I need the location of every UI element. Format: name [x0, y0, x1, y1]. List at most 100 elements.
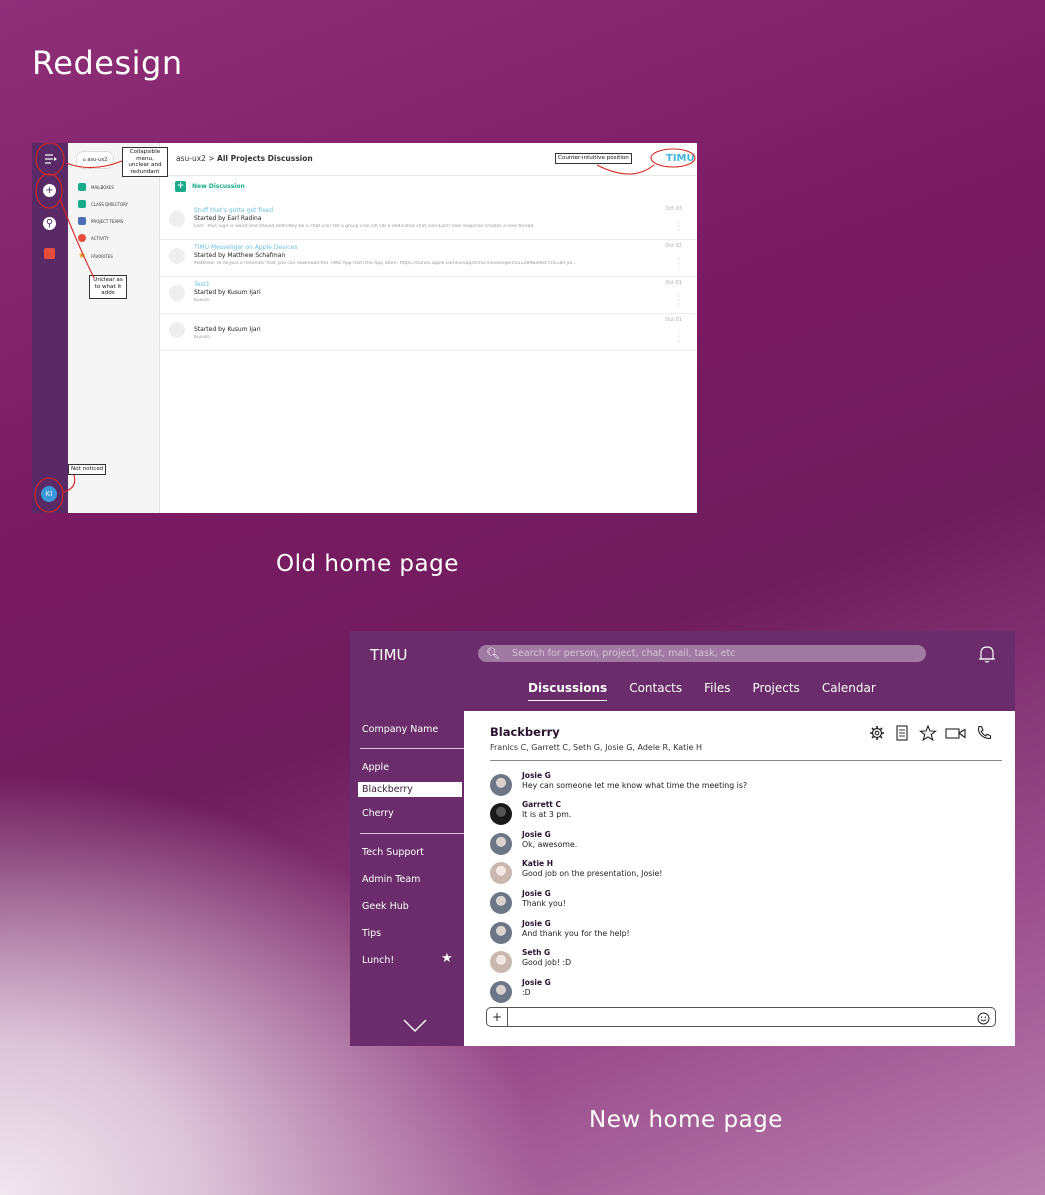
more-options-icon[interactable]: · · · — [677, 219, 680, 235]
sidebar-item-cherry[interactable]: Cherry — [362, 808, 394, 819]
message-author[interactable]: Garrett C — [522, 800, 561, 809]
main-tabs: Discussions Contacts Files Projects Cale… — [528, 681, 876, 701]
gear-icon[interactable] — [869, 725, 885, 741]
avatar[interactable] — [490, 803, 512, 825]
avatar[interactable] — [490, 981, 512, 1003]
star-icon: ★ — [78, 251, 87, 261]
sidebar-divider — [360, 833, 464, 834]
new-home-caption: New home page — [589, 1107, 783, 1133]
thread-title[interactable]: TIMU Messenger on Apple Devices — [194, 244, 297, 251]
tab-projects[interactable]: Projects — [753, 681, 800, 701]
avatar[interactable] — [490, 922, 512, 944]
chat-message: Josie G And thank you for the help! — [490, 919, 990, 945]
message-author[interactable]: Josie G — [522, 889, 551, 898]
thread-row[interactable]: Stuff that's gotta get fixed Started by … — [159, 203, 697, 240]
sidebar-item-admin-team[interactable]: Admin Team — [362, 874, 420, 885]
company-name[interactable]: Company Name — [362, 724, 438, 735]
message-author[interactable]: Josie G — [522, 771, 551, 780]
thread-starter: Started by Matthew Schafman — [194, 252, 286, 259]
thread-preview: Kusum: — [194, 335, 212, 340]
tab-contacts[interactable]: Contacts — [629, 681, 682, 701]
attach-button[interactable]: + — [487, 1008, 508, 1026]
teams-icon — [78, 217, 86, 225]
favorite-star-icon[interactable]: ★ — [441, 951, 453, 966]
avatar[interactable] — [490, 833, 512, 855]
chat-message: Josie G:D — [490, 978, 990, 1004]
sidebar-item-blackberry[interactable]: Blackberry — [358, 782, 462, 797]
sidebar-item-tips[interactable]: Tips — [362, 928, 381, 939]
brand-logo: TIMU — [370, 646, 408, 664]
tab-files[interactable]: Files — [704, 681, 730, 701]
more-options-icon[interactable]: · · · — [677, 256, 680, 272]
thread-title[interactable]: Test1 — [194, 281, 210, 288]
chat-message: Josie G Hey can someone let me know what … — [490, 771, 990, 797]
thread-row[interactable]: Test1 Started by Kusum Ijari Kusum: Oct … — [159, 277, 697, 314]
smiley-icon — [977, 1012, 990, 1025]
old-menu-item-class-directory[interactable]: CLASS DIRECTORY — [78, 200, 128, 208]
message-author[interactable]: Josie G — [522, 978, 551, 987]
old-add-icon[interactable]: + — [43, 184, 56, 197]
old-menu-item-activity[interactable]: ACTIVITY — [78, 234, 109, 242]
search-icon: 🔍︎ — [486, 647, 500, 660]
sidebar-item-tech-support[interactable]: Tech Support — [362, 847, 424, 858]
old-menu-toggle[interactable] — [32, 149, 68, 179]
more-options-icon[interactable]: · · · — [677, 330, 680, 346]
old-home-caption: Old home page — [276, 551, 459, 577]
people-icon — [78, 200, 86, 208]
tab-discussions[interactable]: Discussions — [528, 681, 608, 701]
sidebar-item-geek-hub[interactable]: Geek Hub — [362, 901, 409, 912]
old-home-chip[interactable]: ⌂ asu-ux2 — [76, 151, 114, 169]
emoji-button[interactable] — [977, 1010, 990, 1029]
old-menu-item-favorites[interactable]: ★ FAVORITES — [78, 251, 113, 261]
message-author[interactable]: Josie G — [522, 830, 551, 839]
annotation-not-noticed: Not noticed — [68, 464, 107, 475]
thread-preview: Kusum: — [194, 298, 212, 303]
avatar[interactable] — [490, 892, 512, 914]
message-author[interactable]: Katie H — [522, 859, 553, 868]
search-input[interactable]: 🔍︎ Search for person, project, chat, mai… — [478, 645, 926, 662]
annotation-counter-intuitive: Counter-intuitive position — [555, 153, 632, 164]
message-text: Ok, awesome. — [522, 840, 578, 849]
notifications-button[interactable] — [977, 644, 997, 664]
heart-icon — [78, 234, 86, 242]
old-search-icon[interactable]: ⚲ — [43, 217, 56, 230]
more-options-icon[interactable]: · · · — [677, 293, 680, 309]
phone-icon[interactable] — [975, 725, 993, 741]
thread-starter: Started by Kusum Ijari — [194, 289, 261, 296]
annotation-unclear: Unclear as to what it adds — [89, 275, 127, 299]
message-input[interactable]: + — [486, 1007, 996, 1027]
chat-room-title: Blackberry — [490, 725, 560, 739]
thread-row[interactable]: TIMU Messenger on Apple Devices Started … — [159, 240, 697, 277]
old-notifications-icon[interactable] — [44, 248, 55, 259]
thread-title[interactable]: Stuff that's gotta get fixed — [194, 207, 273, 214]
header-divider — [490, 760, 1002, 761]
sidebar-item-lunch[interactable]: Lunch! — [362, 955, 394, 966]
chat-message: Garrett C It is at 3 pm. — [490, 800, 990, 826]
thread-row[interactable]: Started by Kusum Ijari Kusum: Oct 01 · · · — [159, 314, 697, 351]
chat-message: Katie H Good job on the presentation, Jos… — [490, 859, 990, 885]
old-left-rail: + ⚲ KI — [32, 143, 68, 513]
tab-calendar[interactable]: Calendar — [822, 681, 876, 701]
star-icon[interactable] — [919, 725, 937, 741]
old-home-screenshot: + ⚲ KI ⌂ asu-ux2 MAILBOXES CLASS DIRECTO… — [32, 143, 697, 513]
avatar[interactable] — [490, 774, 512, 796]
thread-icon — [169, 211, 185, 227]
old-brand-logo: TIMU — [666, 153, 695, 164]
avatar[interactable] — [490, 951, 512, 973]
old-user-avatar[interactable]: KI — [41, 486, 57, 502]
avatar[interactable] — [490, 862, 512, 884]
thread-preview: Matthew: Hi All,Just a reminder that you… — [194, 261, 577, 266]
old-menu-item-mailboxes[interactable]: MAILBOXES — [78, 183, 114, 191]
thread-starter: Started by Kusum Ijari — [194, 326, 261, 333]
message-author[interactable]: Josie G — [522, 919, 551, 928]
sidebar-item-apple[interactable]: Apple — [362, 762, 389, 773]
message-author[interactable]: Seth G — [522, 948, 550, 957]
expand-sidebar-button[interactable] — [403, 1018, 427, 1037]
video-call-icon[interactable] — [945, 725, 967, 741]
document-icon[interactable] — [893, 725, 911, 741]
breadcrumb-parent[interactable]: asu-ux2 — [176, 154, 206, 163]
old-menu-item-project-teams[interactable]: PROJECT TEAMS — [78, 217, 123, 225]
new-discussion-button[interactable]: + New Discussion — [175, 181, 245, 192]
thread-date: Oct 01 — [665, 280, 682, 286]
chat-message: Seth G Good job! :D — [490, 948, 990, 974]
